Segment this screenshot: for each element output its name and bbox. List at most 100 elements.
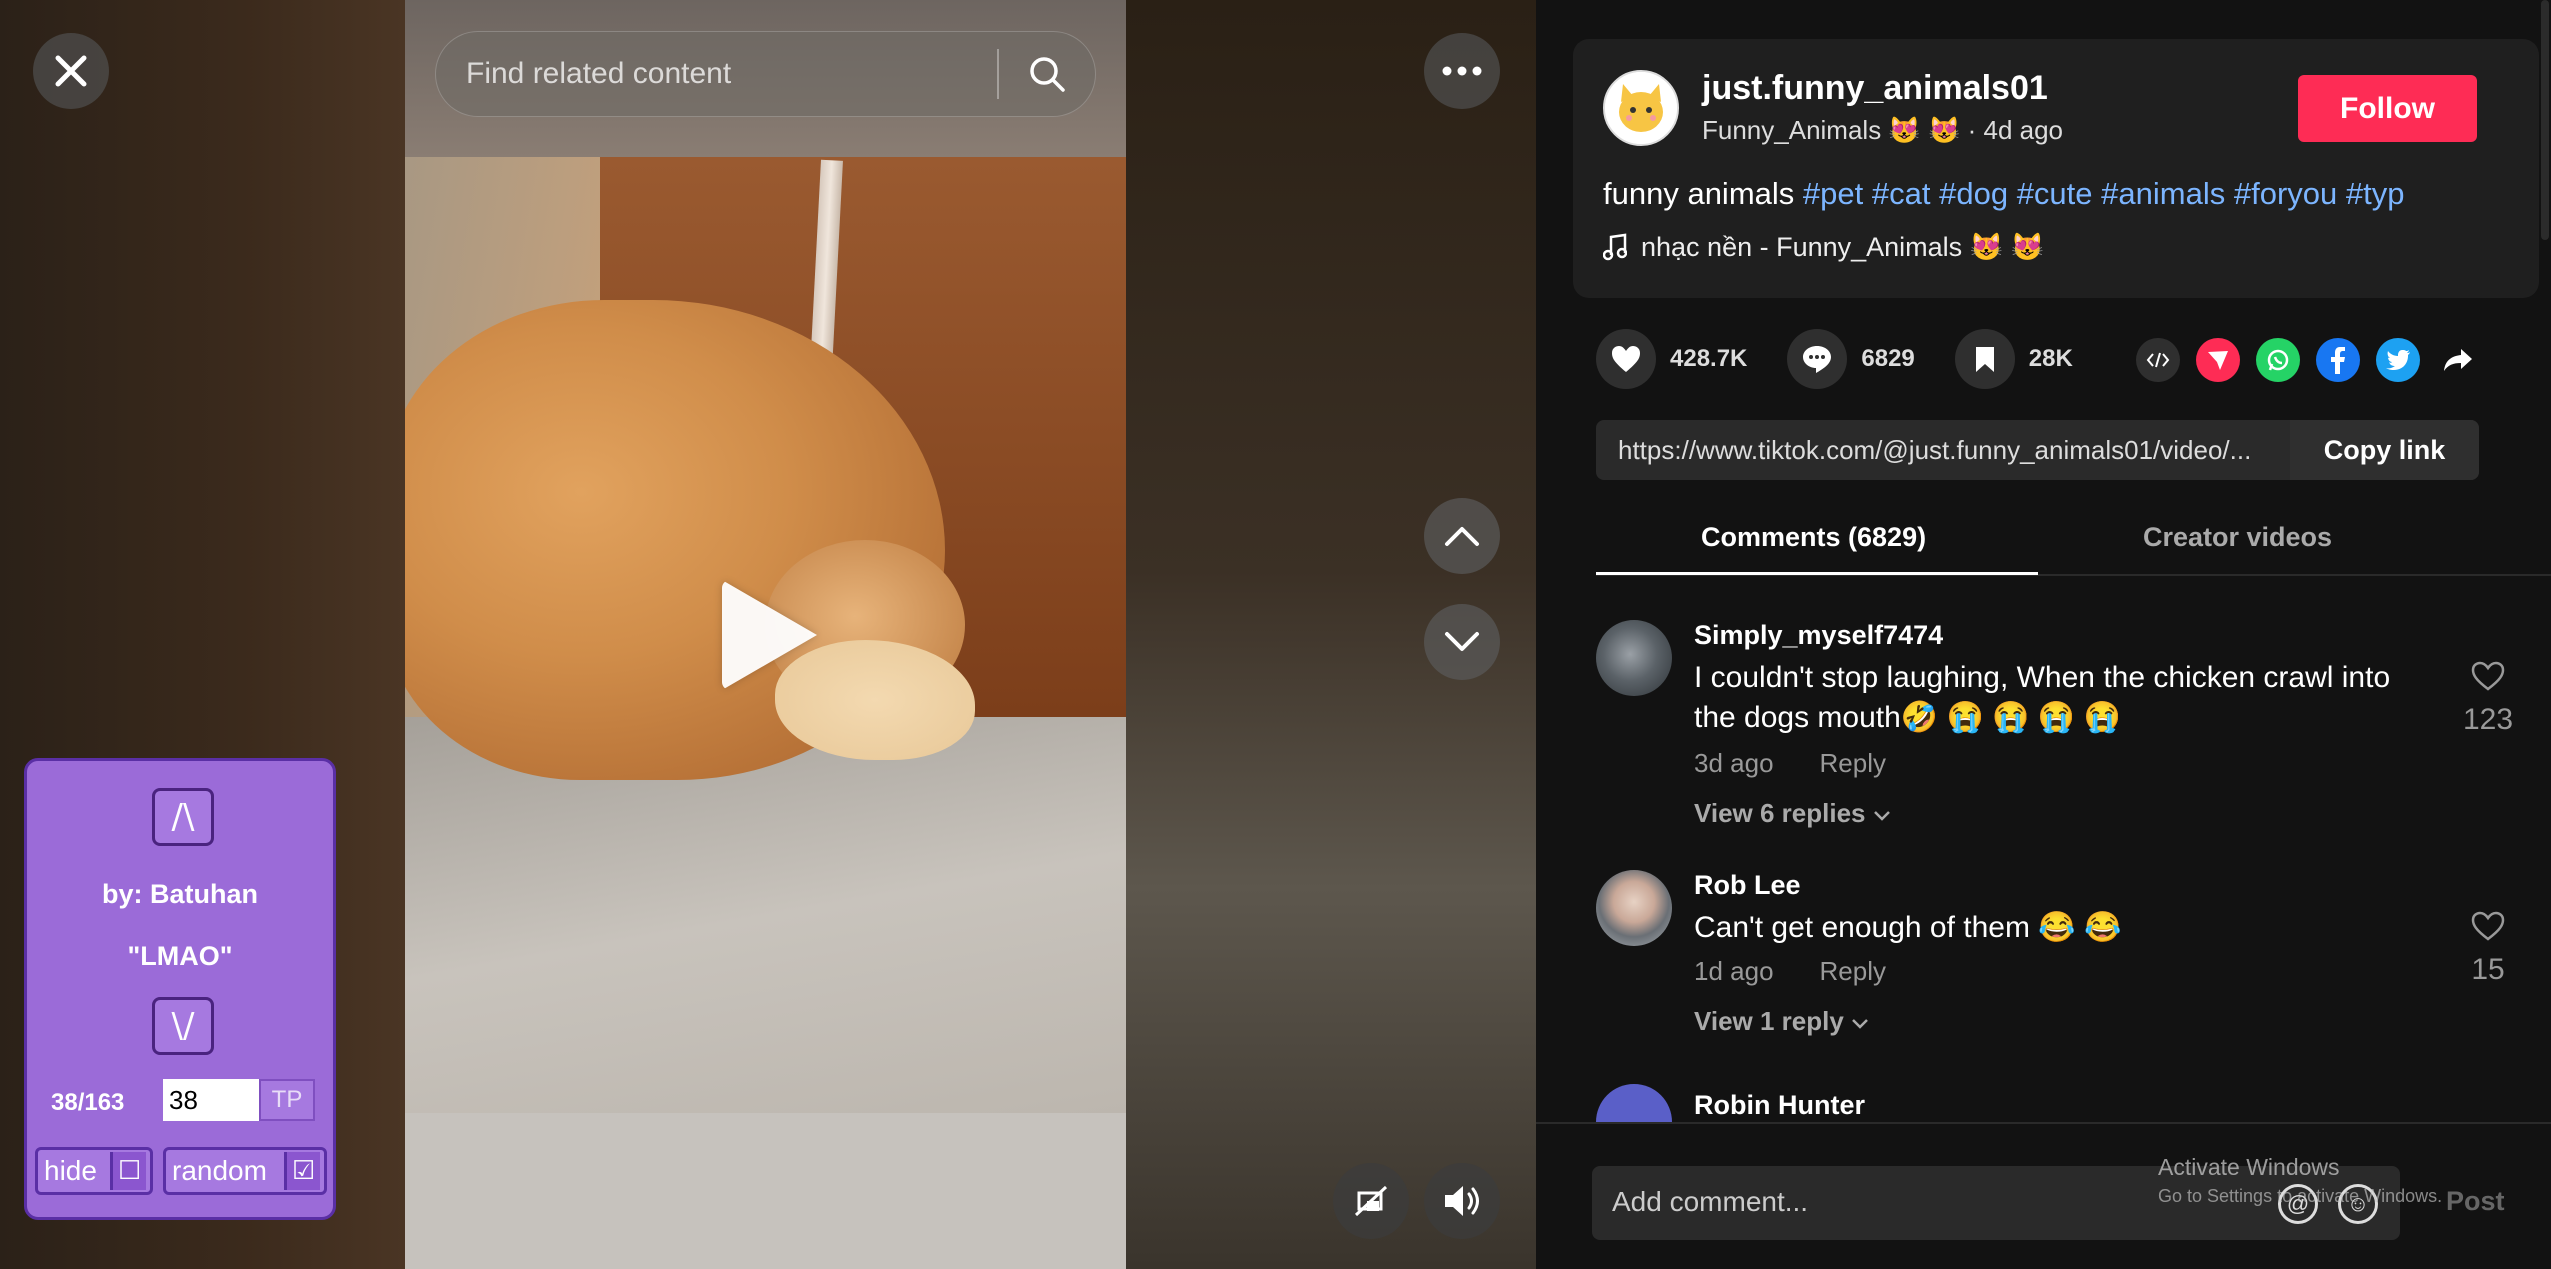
- video-url[interactable]: https://www.tiktok.com/@just.funny_anima…: [1618, 435, 2288, 466]
- save-button[interactable]: [1954, 329, 2015, 389]
- comment-count: 6829: [1861, 345, 1915, 372]
- hashtag-link[interactable]: #pet: [1803, 176, 1863, 211]
- save-count: 28K: [2028, 345, 2073, 372]
- tab-creator-videos[interactable]: Creator videos: [2143, 522, 2332, 553]
- music-title: nhạc nền - Funny_Animals 😻 😻: [1641, 232, 2045, 262]
- widget-counter: 38/163: [51, 1089, 125, 1116]
- comment-time: 3d ago: [1694, 748, 1774, 778]
- more-icon: [1442, 66, 1482, 76]
- copy-link-button[interactable]: Copy link: [2290, 420, 2479, 480]
- view-replies-button[interactable]: View 6 replies: [1694, 798, 1891, 829]
- commenter-avatar[interactable]: [1596, 620, 1672, 696]
- view-replies-label: View 6 replies: [1694, 798, 1866, 828]
- widget-hide-toggle[interactable]: hide ☐: [35, 1147, 153, 1195]
- whatsapp-icon: [2267, 349, 2289, 371]
- reply-button[interactable]: Reply: [1820, 748, 1886, 778]
- comment-like-count: 15: [2471, 953, 2505, 986]
- commenter-avatar[interactable]: [1596, 870, 1672, 946]
- hashtag-link[interactable]: #cute: [2017, 176, 2093, 211]
- add-comment-placeholder: Add comment...: [1612, 1186, 1809, 1217]
- widget-down-button[interactable]: \/: [152, 997, 214, 1055]
- widget-index-input[interactable]: [163, 1079, 259, 1121]
- close-button[interactable]: [33, 33, 109, 109]
- panel-scrollbar[interactable]: [2541, 0, 2549, 240]
- bookmark-icon: [1975, 347, 1994, 372]
- hashtag-link[interactable]: #dog: [1939, 176, 2008, 211]
- hashtag-link[interactable]: #foryou: [2234, 176, 2337, 211]
- send-to-friend-button[interactable]: [2196, 338, 2240, 382]
- facebook-share-button[interactable]: [2316, 338, 2360, 382]
- hashtag-link[interactable]: #animals: [2101, 176, 2225, 211]
- commenter-username[interactable]: Rob Lee: [1694, 870, 1801, 901]
- view-replies-label: View 1 reply: [1694, 1006, 1844, 1036]
- comment-text: Can't get enough of them 😂 😂: [1694, 911, 2122, 944]
- more-options-button[interactable]: [1424, 33, 1500, 109]
- search-input[interactable]: Find related content: [466, 57, 997, 91]
- comment-icon: [1803, 346, 1832, 373]
- more-share-button[interactable]: [2436, 338, 2480, 382]
- hashtag-link[interactable]: #cat: [1872, 176, 1931, 211]
- next-video-button[interactable]: [1424, 604, 1500, 680]
- save-stat[interactable]: 28K: [1954, 329, 2073, 389]
- comment-like[interactable]: 15: [2458, 910, 2518, 987]
- post-comment-button[interactable]: Post: [2446, 1186, 2505, 1217]
- floating-player-button[interactable]: [1333, 1163, 1409, 1239]
- facebook-icon: [2331, 347, 2345, 374]
- paper-plane-icon: [2208, 351, 2228, 370]
- comment-text: I couldn't stop laughing, When the chick…: [1694, 661, 2391, 734]
- hashtag-link[interactable]: #typ: [2346, 176, 2405, 211]
- add-comment-bar: Add comment... @ ☺ Post Activate Windows…: [1536, 1122, 2551, 1269]
- widget-author: by: Batuhan: [101, 879, 258, 909]
- tab-comments[interactable]: Comments (6829): [1701, 522, 1926, 553]
- previous-video-button[interactable]: [1424, 498, 1500, 574]
- commenter-username[interactable]: Simply_myself7474: [1694, 620, 1943, 651]
- twitter-share-button[interactable]: [2376, 338, 2420, 382]
- music-link[interactable]: nhạc nền - Funny_Animals 😻 😻: [1603, 231, 2044, 263]
- widget-random-toggle[interactable]: random ☑: [163, 1147, 327, 1195]
- follow-button[interactable]: Follow: [2298, 75, 2477, 142]
- whatsapp-share-button[interactable]: [2256, 338, 2300, 382]
- cat-avatar-icon: [1605, 72, 1677, 144]
- comment-list[interactable]: Simply_myself7474 I couldn't stop laughi…: [1536, 576, 2551, 1122]
- description-text: funny animals: [1603, 176, 1803, 211]
- video-link-box: https://www.tiktok.com/@just.funny_anima…: [1596, 420, 2479, 480]
- volume-button[interactable]: [1424, 1163, 1500, 1239]
- widget-random-checkbox[interactable]: ☑: [284, 1152, 320, 1190]
- widget-title: "LMAO": [127, 941, 233, 971]
- creator-username[interactable]: just.funny_animals01: [1702, 69, 2048, 108]
- comment-item: R Robin Hunter: [1596, 1084, 2496, 1122]
- volume-icon: [1445, 1186, 1479, 1216]
- chevron-down-icon: [1852, 1019, 1868, 1029]
- reply-button[interactable]: Reply: [1820, 956, 1886, 986]
- creator-subline: Funny_Animals 😻 😻 · 4d ago: [1702, 115, 2064, 145]
- comment-button[interactable]: [1787, 329, 1848, 389]
- chevron-down-icon: [1873, 811, 1890, 821]
- search-bar[interactable]: Find related content: [435, 31, 1096, 117]
- embed-button[interactable]: [2136, 338, 2180, 382]
- share-arrow-icon: [2444, 349, 2472, 371]
- code-embed-icon: [2146, 352, 2170, 368]
- windows-watermark-subtitle: Go to Settings to activate Windows.: [2158, 1186, 2443, 1206]
- commenter-avatar[interactable]: R: [1596, 1084, 1672, 1122]
- twitter-icon: [2386, 350, 2410, 370]
- close-icon: [55, 55, 87, 87]
- video-player[interactable]: Find related content /\ by: Batuhan "LMA…: [0, 0, 1536, 1269]
- view-replies-button[interactable]: View 1 reply: [1694, 1006, 1869, 1037]
- post-description: funny animals #pet #cat #dog #cute #anim…: [1603, 176, 2404, 212]
- like-stat[interactable]: 428.7K: [1596, 329, 1747, 389]
- comment-like[interactable]: 123: [2458, 660, 2518, 737]
- search-button[interactable]: [999, 31, 1095, 117]
- creator-avatar[interactable]: [1603, 70, 1679, 146]
- panel-tabs: Comments (6829) Creator videos: [1596, 510, 2551, 576]
- comment-stat[interactable]: 6829: [1787, 329, 1915, 389]
- commenter-username[interactable]: Robin Hunter: [1694, 1090, 1865, 1121]
- widget-up-button[interactable]: /\: [152, 788, 214, 846]
- app-root: Find related content /\ by: Batuhan "LMA…: [0, 0, 2551, 1269]
- play-icon[interactable]: [722, 580, 817, 690]
- widget-hide-checkbox[interactable]: ☐: [110, 1152, 146, 1190]
- like-button[interactable]: [1596, 329, 1656, 389]
- widget-teleport-button[interactable]: TP: [259, 1079, 315, 1121]
- widget-random-label: random: [172, 1155, 267, 1186]
- details-panel: just.funny_animals01 Funny_Animals 😻 😻 ·…: [1536, 0, 2551, 1269]
- heart-outline-icon: [2471, 661, 2505, 691]
